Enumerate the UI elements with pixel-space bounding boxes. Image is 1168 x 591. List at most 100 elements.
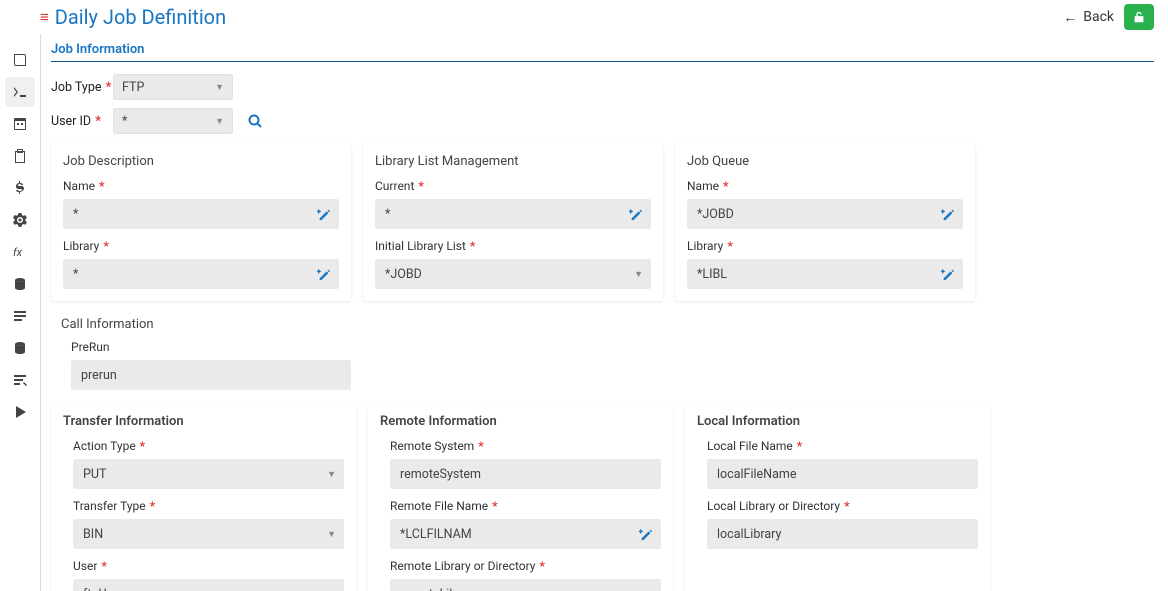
jd-name-label: Name: [63, 179, 95, 193]
rail-item-book[interactable]: [5, 45, 35, 75]
job-type-label: Job Type: [51, 80, 101, 95]
rail-item-list[interactable]: [5, 301, 35, 331]
call-info-title: Call Information: [61, 311, 1154, 332]
caret-down-icon: ▼: [215, 82, 224, 93]
remote-info-title: Remote Information: [380, 414, 661, 429]
caret-down-icon: ▼: [634, 269, 643, 280]
wand-icon[interactable]: [639, 527, 653, 541]
user-id-label: User ID: [51, 114, 91, 129]
ti-transfer-select[interactable]: BIN ▼: [73, 519, 344, 549]
transfer-info-title: Transfer Information: [63, 414, 344, 429]
ll-initial-value: *JOBD: [385, 267, 422, 282]
jd-library-value: *: [73, 267, 78, 282]
user-id-select[interactable]: * ▼: [113, 108, 233, 134]
prerun-input[interactable]: prerun: [71, 360, 351, 390]
library-list-card: Library List Management Current * * Init…: [363, 144, 663, 301]
jd-name-value: *: [73, 207, 78, 222]
user-id-value: *: [122, 114, 127, 129]
local-info-card: Local Information Local File Name * loca…: [685, 404, 990, 591]
caret-down-icon: ▼: [215, 116, 224, 127]
library-list-title: Library List Management: [375, 154, 651, 169]
ri-lib-input[interactable]: remoteLibrary: [390, 579, 661, 591]
svg-text:fx: fx: [13, 246, 23, 259]
job-description-title: Job Description: [63, 154, 339, 169]
rail-item-function[interactable]: fx: [5, 237, 35, 267]
jq-name-input[interactable]: *JOBD: [687, 199, 963, 229]
ll-current-input[interactable]: *: [375, 199, 651, 229]
ti-action-label: Action Type: [73, 439, 136, 453]
jd-name-input[interactable]: *: [63, 199, 339, 229]
rail-item-terminal[interactable]: [5, 77, 35, 107]
wand-icon[interactable]: [317, 207, 331, 221]
ti-transfer-value: BIN: [83, 527, 103, 542]
caret-down-icon: ▼: [327, 469, 336, 480]
wand-icon[interactable]: [941, 267, 955, 281]
job-queue-card: Job Queue Name * *JOBD Library * *LIBL: [675, 144, 975, 301]
jq-library-value: *LIBL: [697, 267, 727, 282]
ri-file-value: *LCLFILNAM: [400, 527, 472, 542]
rail-item-gear[interactable]: [5, 205, 35, 235]
rail-item-database[interactable]: [5, 269, 35, 299]
rail-item-dollar[interactable]: [5, 173, 35, 203]
section-header: Job Information: [51, 42, 1154, 62]
page-title: Daily Job Definition: [55, 5, 226, 29]
ri-lib-value: remoteLibrary: [400, 587, 477, 591]
rail-item-list-edit[interactable]: [5, 365, 35, 395]
jq-library-input[interactable]: *LIBL: [687, 259, 963, 289]
left-icon-rail: fx: [0, 0, 40, 591]
prerun-value: prerun: [81, 368, 117, 383]
ti-user-value: ftpUser: [83, 587, 124, 591]
wand-icon[interactable]: [629, 207, 643, 221]
rail-item-clipboard[interactable]: [5, 141, 35, 171]
search-icon[interactable]: [247, 113, 263, 129]
top-bar: ≡ Daily Job Definition ← Back: [40, 0, 1154, 34]
ti-user-input[interactable]: ftpUser: [73, 579, 344, 591]
ti-user-label: User: [73, 559, 97, 573]
rail-item-play[interactable]: [5, 397, 35, 427]
ll-initial-label: Initial Library List: [375, 239, 466, 253]
rail-item-calendar[interactable]: [5, 109, 35, 139]
lock-button[interactable]: [1124, 4, 1154, 30]
li-lib-label: Local Library or Directory: [707, 499, 840, 513]
ti-transfer-label: Transfer Type: [73, 499, 146, 513]
li-lib-input[interactable]: localLibrary: [707, 519, 978, 549]
jd-library-label: Library: [63, 239, 99, 253]
wand-icon[interactable]: [941, 207, 955, 221]
local-info-title: Local Information: [697, 414, 978, 429]
job-type-value: FTP: [122, 80, 144, 95]
ll-current-label: Current: [375, 179, 414, 193]
hamburger-icon[interactable]: ≡: [40, 10, 49, 25]
jd-library-input[interactable]: *: [63, 259, 339, 289]
back-button[interactable]: ← Back: [1063, 9, 1114, 26]
jq-name-value: *JOBD: [697, 207, 734, 222]
prerun-label: PreRun: [71, 340, 1154, 354]
rail-item-database2[interactable]: [5, 333, 35, 363]
wand-icon[interactable]: [317, 267, 331, 281]
jq-library-label: Library: [687, 239, 723, 253]
li-file-value: localFileName: [717, 467, 796, 482]
job-description-card: Job Description Name * * Library * *: [51, 144, 351, 301]
ll-initial-select[interactable]: *JOBD ▼: [375, 259, 651, 289]
back-arrow-icon: ←: [1063, 9, 1077, 26]
ll-current-value: *: [385, 207, 390, 222]
ri-system-label: Remote System: [390, 439, 474, 453]
lock-open-icon: [1132, 10, 1146, 24]
jq-name-label: Name: [687, 179, 719, 193]
ri-system-input[interactable]: remoteSystem: [390, 459, 661, 489]
li-lib-value: localLibrary: [717, 527, 781, 542]
li-file-input[interactable]: localFileName: [707, 459, 978, 489]
remote-info-card: Remote Information Remote System * remot…: [368, 404, 673, 591]
job-queue-title: Job Queue: [687, 154, 963, 169]
li-file-label: Local File Name: [707, 439, 793, 453]
ti-action-select[interactable]: PUT ▼: [73, 459, 344, 489]
ri-file-label: Remote File Name: [390, 499, 488, 513]
ri-lib-label: Remote Library or Directory: [390, 559, 535, 573]
transfer-info-card: Transfer Information Action Type * PUT ▼…: [51, 404, 356, 591]
content-area: Job Information Job Type * FTP ▼ User ID…: [40, 34, 1154, 591]
ri-file-input[interactable]: *LCLFILNAM: [390, 519, 661, 549]
job-type-select[interactable]: FTP ▼: [113, 74, 233, 100]
ri-system-value: remoteSystem: [400, 467, 481, 482]
ti-action-value: PUT: [83, 467, 106, 482]
caret-down-icon: ▼: [327, 529, 336, 540]
back-label: Back: [1083, 9, 1114, 25]
